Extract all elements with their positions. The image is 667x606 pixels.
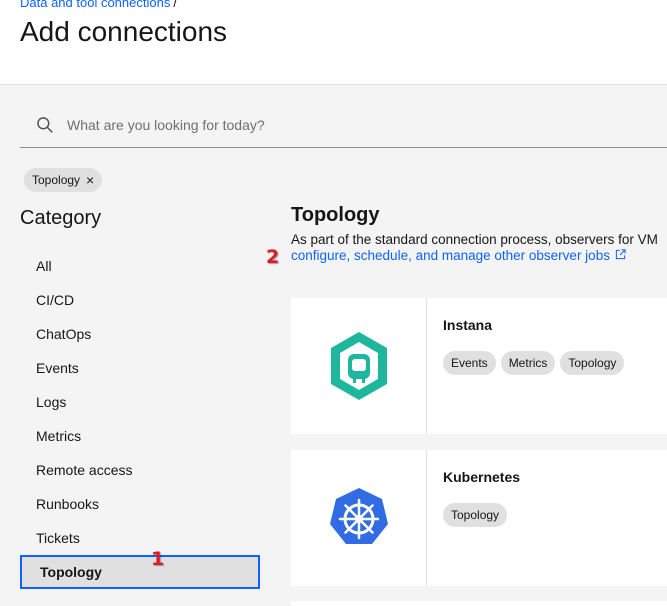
breadcrumb-link[interactable]: Data and tool connections [20, 0, 170, 10]
page-header: Data and tool connections / Add connectio… [0, 0, 667, 85]
section-title: Topology [291, 204, 380, 226]
connection-card-instana[interactable]: Instana Events Metrics Topology [291, 298, 667, 434]
tag-topology: Topology [443, 503, 508, 527]
tag-events: Events [443, 351, 496, 375]
filter-tag-topology: Topology × [24, 168, 103, 192]
kubernetes-logo-icon [329, 488, 388, 544]
category-item-cicd[interactable]: CI/CD [20, 283, 260, 317]
category-item-tickets[interactable]: Tickets [20, 521, 260, 555]
category-item-topology[interactable]: Topology [20, 555, 260, 589]
category-item-metrics[interactable]: Metrics [20, 419, 260, 453]
page-title: Add connections [20, 16, 228, 47]
category-item-events[interactable]: Events [20, 351, 260, 385]
annotation-badge-1: 1 [151, 548, 165, 570]
category-heading: Category [20, 207, 102, 229]
category-item-chatops[interactable]: ChatOps [20, 317, 260, 351]
category-item-all[interactable]: All [20, 249, 260, 283]
connection-card-next[interactable] [291, 601, 667, 606]
observer-jobs-link[interactable]: configure, schedule, and manage other ob… [291, 248, 610, 263]
category-item-logs[interactable]: Logs [20, 385, 260, 419]
close-icon[interactable]: × [86, 173, 94, 187]
search-bar [20, 102, 667, 148]
category-item-remote-access[interactable]: Remote access [20, 453, 260, 487]
card-logo-area [291, 450, 427, 586]
card-name: Kubernetes [443, 469, 521, 485]
category-list: All CI/CD ChatOps Events Logs Metrics Re… [20, 249, 260, 589]
filter-tag-label: Topology [32, 173, 81, 187]
breadcrumb: Data and tool connections / [20, 0, 177, 10]
tag-metrics: Metrics [500, 351, 556, 375]
search-icon [37, 117, 53, 133]
card-tags: Topology [443, 503, 508, 527]
section-description: As part of the standard connection proce… [291, 232, 667, 264]
section-description-text: As part of the standard connection proce… [291, 232, 658, 247]
card-name: Instana [443, 317, 493, 333]
card-tags: Events Metrics Topology [443, 351, 625, 375]
external-link-icon [615, 249, 626, 260]
connection-card-kubernetes[interactable]: Kubernetes Topology [291, 450, 667, 586]
card-logo-area [291, 298, 427, 434]
instana-logo-icon [330, 332, 387, 400]
category-item-runbooks[interactable]: Runbooks [20, 487, 260, 521]
search-input[interactable] [67, 102, 667, 147]
tag-topology: Topology [560, 351, 625, 375]
annotation-badge-2: 2 [266, 246, 280, 268]
breadcrumb-separator: / [173, 0, 177, 10]
